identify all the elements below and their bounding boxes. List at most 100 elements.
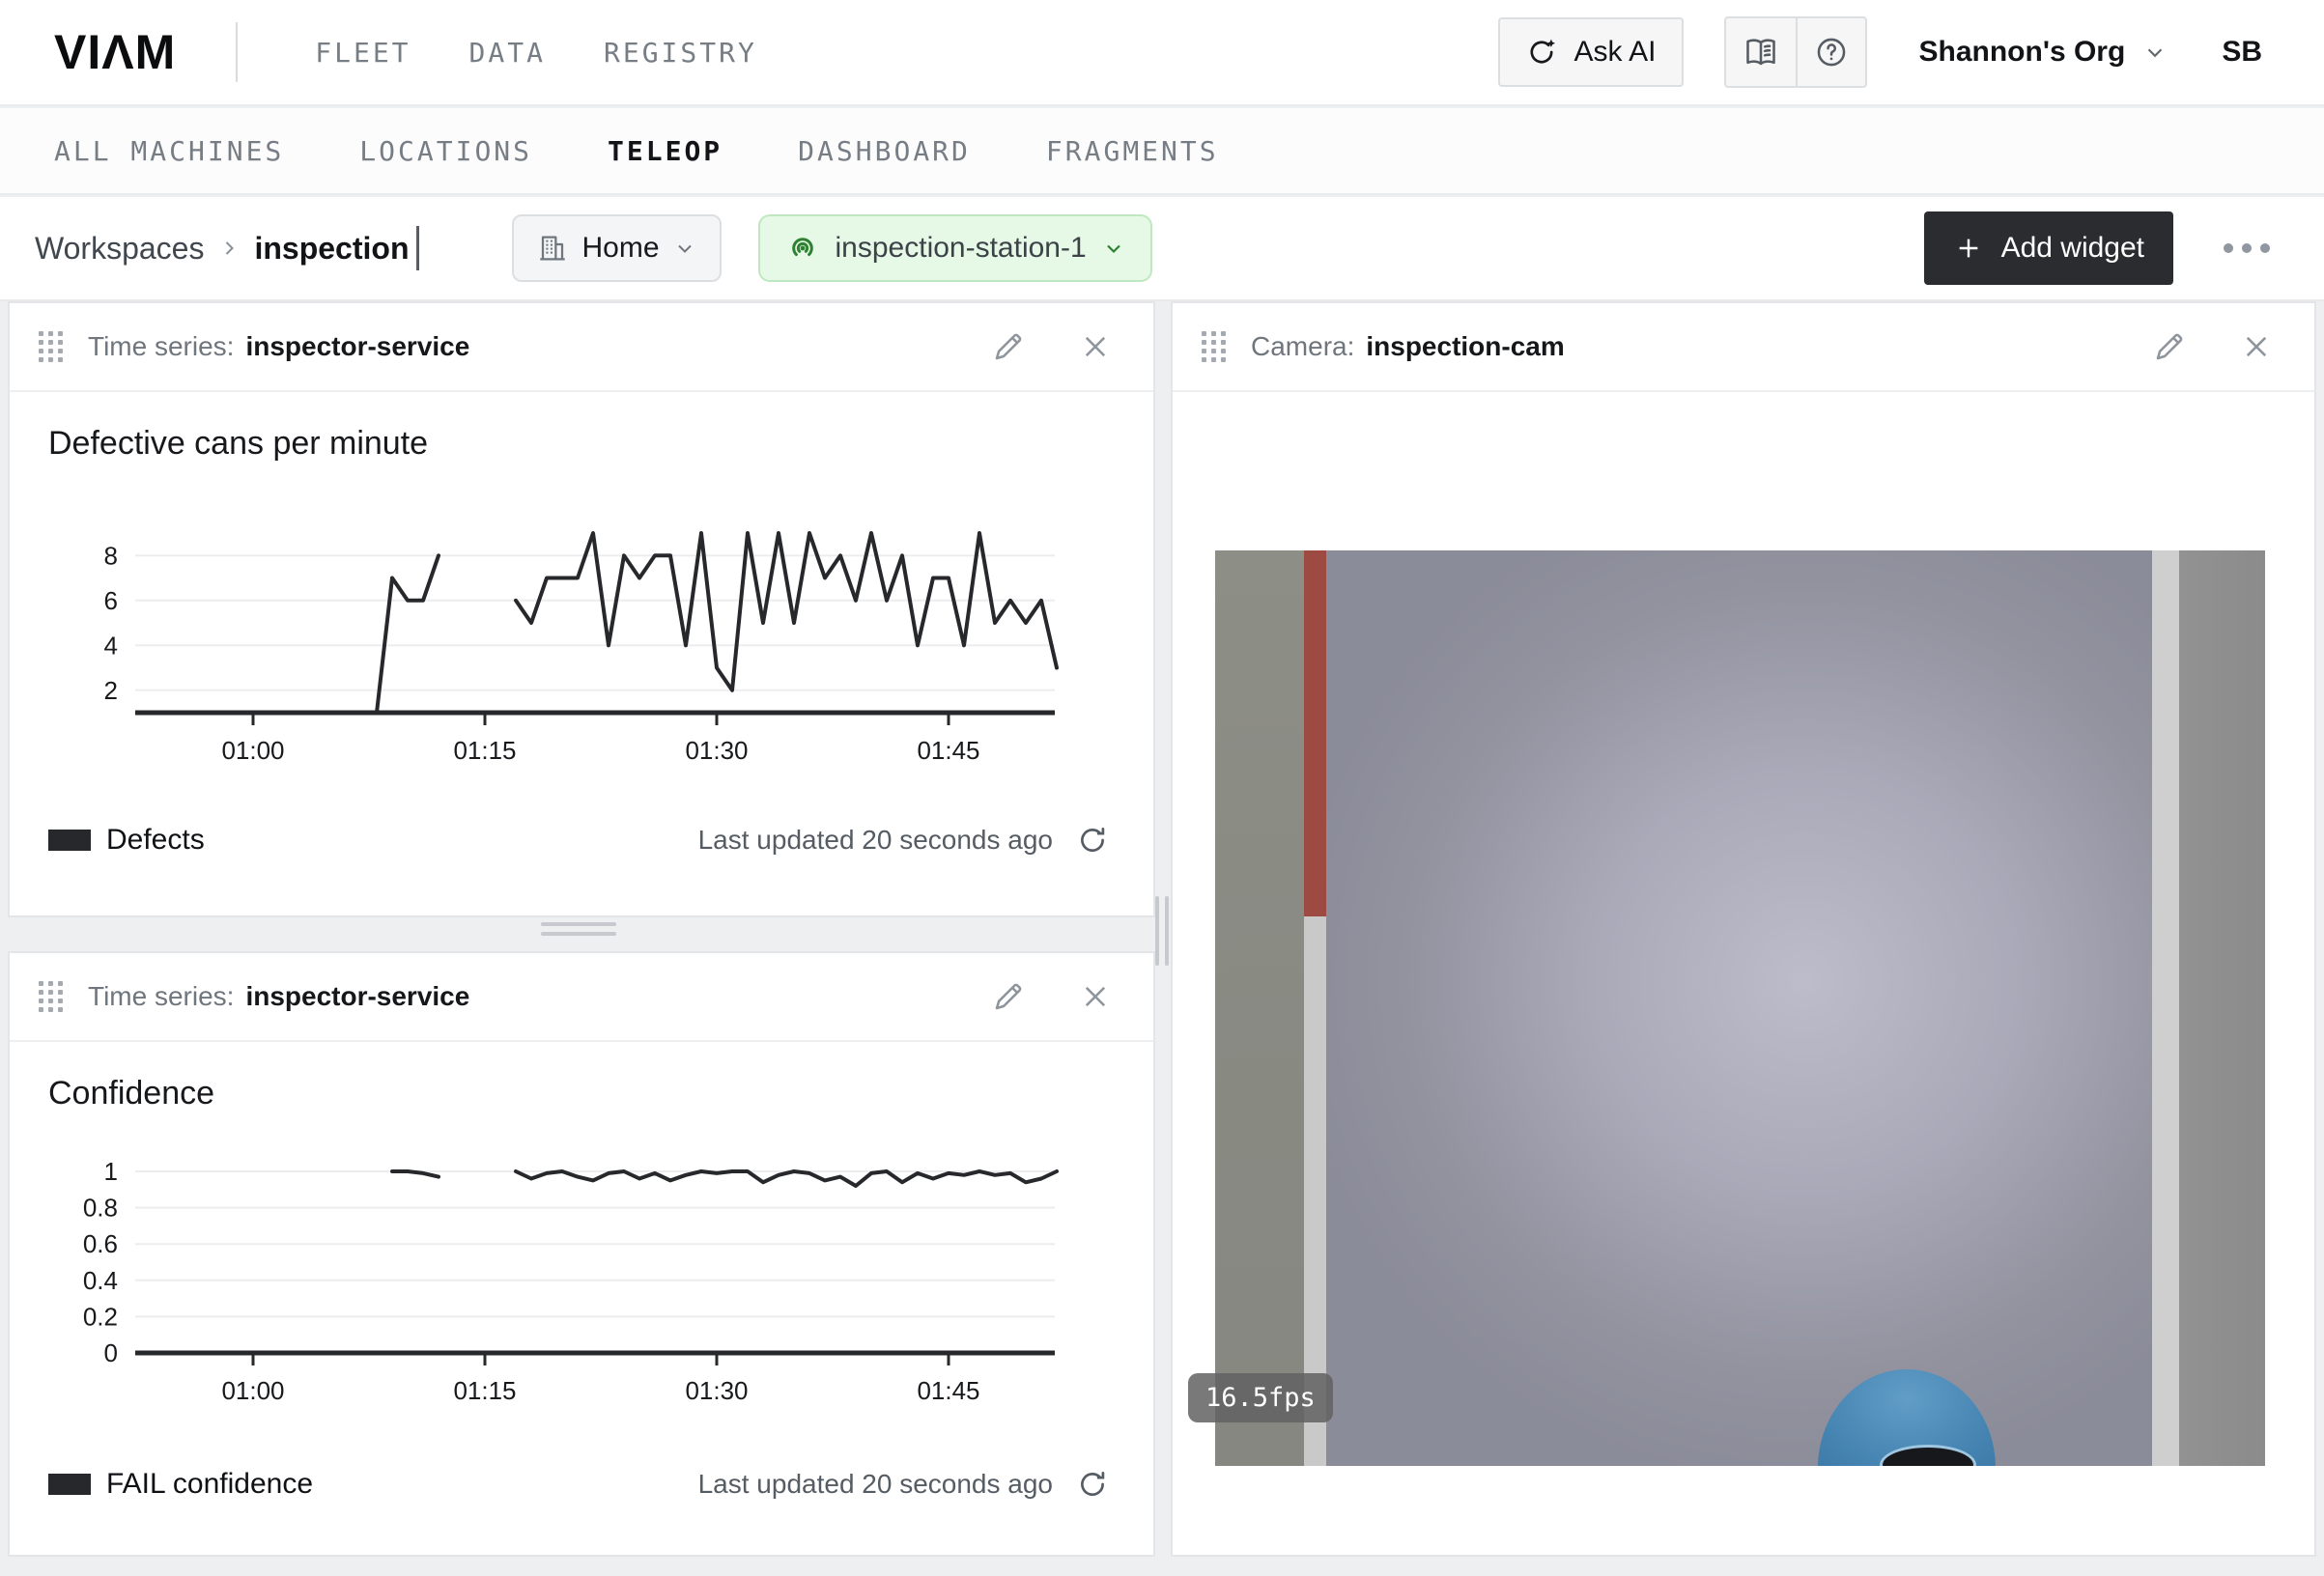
workspace-toolbar: Workspaces inspection Home xyxy=(0,197,2324,301)
camera-stream-view xyxy=(1215,550,2265,1466)
camera-scene-conveyor xyxy=(1326,550,2152,1466)
refresh-button[interactable] xyxy=(1076,824,1109,857)
camera-widget: Camera: inspection-cam 16 xyxy=(1171,301,2316,1557)
ask-ai-sparkle-icon xyxy=(1525,36,1558,69)
legend-swatch xyxy=(48,1474,91,1495)
viam-teleop-page: VIΛM FLEET DATA REGISTRY Ask AI xyxy=(0,0,2324,1576)
tab-all-machines[interactable]: ALL MACHINES xyxy=(54,135,284,167)
svg-text:01:30: 01:30 xyxy=(685,1376,748,1405)
svg-text:01:45: 01:45 xyxy=(917,736,979,765)
svg-text:6: 6 xyxy=(104,586,118,615)
camera-scene-can-opening xyxy=(1880,1445,1976,1466)
primary-nav: FLEET DATA REGISTRY xyxy=(315,37,757,69)
camera-scene-right-strip xyxy=(2152,550,2179,1466)
org-name: Shannon's Org xyxy=(1919,36,2126,69)
add-widget-label: Add widget xyxy=(2001,232,2144,265)
last-updated-group: Last updated 20 seconds ago xyxy=(698,824,1109,857)
widget-type-label: Camera: xyxy=(1251,331,1354,362)
chart-legend: FAIL confidence xyxy=(48,1468,313,1501)
legend-label: Defects xyxy=(106,824,205,857)
last-updated-group: Last updated 20 seconds ago xyxy=(698,1468,1109,1501)
legend-label: FAIL confidence xyxy=(106,1468,313,1501)
close-widget-button[interactable] xyxy=(1074,975,1117,1018)
camera-scene-left-column xyxy=(1215,550,1304,1466)
widget-footer: Defects Last updated 20 seconds ago xyxy=(48,811,1109,869)
machine-selector-label: inspection-station-1 xyxy=(836,232,1087,265)
svg-text:0.2: 0.2 xyxy=(83,1302,118,1331)
widget-type-label: Time series: xyxy=(88,981,234,1012)
chevron-down-icon xyxy=(673,237,696,260)
tab-fragments[interactable]: FRAGMENTS xyxy=(1046,135,1219,167)
section-tabs: ALL MACHINES LOCATIONS TELEOP DASHBOARD … xyxy=(0,108,2324,195)
camera-scene-right-column xyxy=(2179,550,2265,1466)
drag-handle-icon[interactable] xyxy=(1202,331,1226,362)
widget-footer: FAIL confidence Last updated 20 seconds … xyxy=(48,1455,1109,1513)
row-resize-handle[interactable] xyxy=(541,922,616,936)
widget-source-name: inspector-service xyxy=(245,981,469,1012)
nav-item-fleet[interactable]: FLEET xyxy=(315,37,411,69)
org-switcher[interactable]: Shannon's Org xyxy=(1919,36,2168,69)
svg-text:01:00: 01:00 xyxy=(221,736,284,765)
book-icon xyxy=(1743,35,1778,70)
svg-text:8: 8 xyxy=(104,541,118,570)
chart-legend: Defects xyxy=(48,824,205,857)
edit-widget-button[interactable] xyxy=(2148,325,2191,368)
building-icon xyxy=(537,233,568,264)
machine-online-icon xyxy=(785,231,820,266)
camera-scene-red-bar xyxy=(1304,550,1326,916)
location-selector-button[interactable]: Home xyxy=(512,214,721,282)
help-icon-group xyxy=(1724,16,1867,88)
toolbar-right-cluster: Add widget xyxy=(1924,211,2276,285)
widget-type-label: Time series: xyxy=(88,331,234,362)
breadcrumb-current-workspace[interactable]: inspection xyxy=(254,231,409,267)
last-updated-text: Last updated 20 seconds ago xyxy=(698,825,1053,856)
location-selector-label: Home xyxy=(581,232,659,265)
user-avatar[interactable]: SB xyxy=(2222,36,2262,69)
refresh-button[interactable] xyxy=(1076,1468,1109,1501)
close-widget-button[interactable] xyxy=(2235,325,2278,368)
svg-text:01:30: 01:30 xyxy=(685,736,748,765)
text-caret xyxy=(416,226,419,270)
tab-dashboard[interactable]: DASHBOARD xyxy=(798,135,971,167)
topbar-divider xyxy=(236,22,238,82)
viam-logo[interactable]: VIΛM xyxy=(54,24,176,80)
add-widget-button[interactable]: Add widget xyxy=(1924,211,2173,285)
drag-handle-icon[interactable] xyxy=(39,331,63,362)
svg-text:0.8: 0.8 xyxy=(83,1194,118,1223)
defects-line-chart: 246801:0001:1501:3001:45 xyxy=(10,506,1153,796)
chart-title: Defective cans per minute xyxy=(48,425,428,463)
edit-widget-button[interactable] xyxy=(987,325,1030,368)
topbar-right-cluster: Ask AI xyxy=(1498,16,2324,88)
question-icon xyxy=(1814,35,1849,70)
last-updated-text: Last updated 20 seconds ago xyxy=(698,1469,1053,1500)
plus-icon xyxy=(1953,233,1984,264)
widget-header: Time series: inspector-service xyxy=(10,303,1153,392)
nav-item-data[interactable]: DATA xyxy=(469,37,546,69)
svg-text:2: 2 xyxy=(104,676,118,705)
tab-locations[interactable]: LOCATIONS xyxy=(359,135,532,167)
documentation-button[interactable] xyxy=(1726,18,1796,86)
svg-text:01:15: 01:15 xyxy=(453,736,516,765)
nav-item-registry[interactable]: REGISTRY xyxy=(604,37,757,69)
ask-ai-label: Ask AI xyxy=(1573,36,1656,69)
widget-header: Time series: inspector-service xyxy=(10,953,1153,1042)
tab-teleop[interactable]: TELEOP xyxy=(608,135,723,167)
svg-text:01:00: 01:00 xyxy=(221,1376,284,1405)
ask-ai-button[interactable]: Ask AI xyxy=(1498,17,1683,87)
confidence-line-chart: 00.20.40.60.8101:0001:1501:3001:45 xyxy=(10,1140,1153,1429)
breadcrumb-workspaces[interactable]: Workspaces xyxy=(35,231,204,267)
drag-handle-icon[interactable] xyxy=(39,981,63,1012)
svg-text:01:45: 01:45 xyxy=(917,1376,979,1405)
edit-widget-button[interactable] xyxy=(987,975,1030,1018)
camera-scene-blue-can xyxy=(1818,1369,1996,1466)
chevron-right-icon xyxy=(217,237,241,260)
more-options-button[interactable] xyxy=(2218,230,2276,267)
svg-text:0.6: 0.6 xyxy=(83,1229,118,1258)
timeseries-widget-confidence: Time series: inspector-service Confidenc… xyxy=(8,951,1155,1557)
close-widget-button[interactable] xyxy=(1074,325,1117,368)
machine-selector-pill[interactable]: inspection-station-1 xyxy=(758,214,1152,282)
timeseries-widget-defects: Time series: inspector-service Defective… xyxy=(8,301,1155,917)
column-resize-handle[interactable] xyxy=(1155,896,1169,966)
widget-header: Camera: inspection-cam xyxy=(1173,303,2314,392)
help-button[interactable] xyxy=(1796,18,1865,86)
